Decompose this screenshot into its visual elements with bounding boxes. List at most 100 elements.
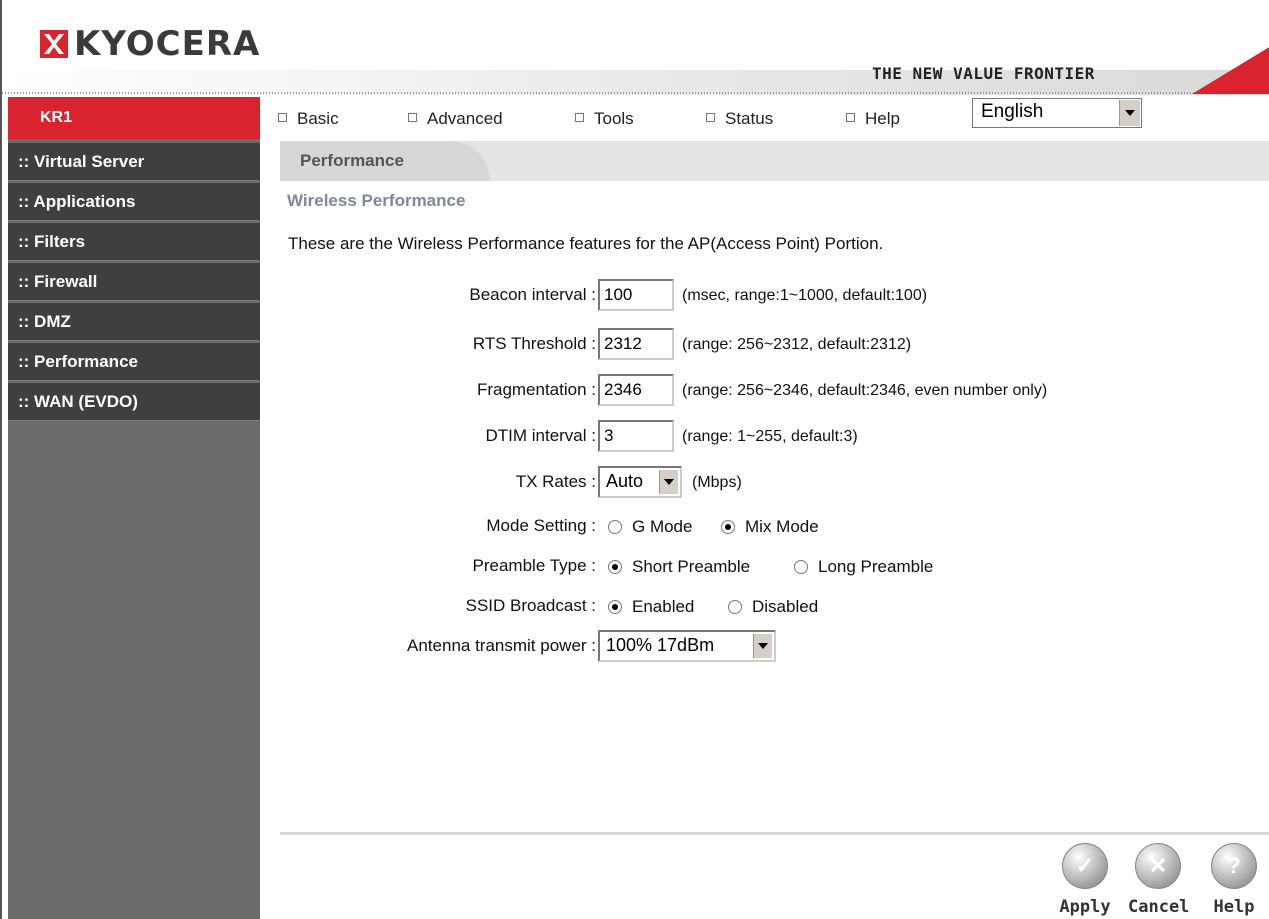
nav-bullet-icon xyxy=(846,113,855,123)
sidebar-menu: :: Virtual Server :: Applications :: Fil… xyxy=(8,143,260,423)
preamble-long-label: Long Preamble xyxy=(818,557,934,576)
tagline: THE NEW VALUE FRONTIER xyxy=(872,64,1095,83)
nav-basic[interactable]: Basic xyxy=(278,109,339,129)
rts-threshold-hint: (range: 256~2312, default:2312) xyxy=(682,336,912,353)
language-select[interactable]: English xyxy=(972,98,1142,128)
ssid-enabled-radio[interactable] xyxy=(608,600,622,614)
mode-mix-option[interactable]: Mix Mode xyxy=(721,517,819,537)
language-value: English xyxy=(981,101,1044,122)
question-icon: ? xyxy=(1211,843,1257,889)
preamble-short-label: Short Preamble xyxy=(632,557,751,576)
kyocera-logo: KYOCERA xyxy=(40,24,260,64)
tab-performance-label: Performance xyxy=(300,151,404,170)
beacon-interval-label: Beacon interval : xyxy=(469,285,596,304)
tx-rates-label: TX Rates : xyxy=(515,472,596,491)
rts-threshold-label: RTS Threshold : xyxy=(472,334,596,353)
cancel-label: Cancel xyxy=(1128,897,1190,917)
chevron-down-icon[interactable] xyxy=(659,470,678,494)
beacon-interval-input[interactable] xyxy=(598,279,674,311)
ssid-broadcast-label: SSID Broadcast : xyxy=(465,596,596,615)
apply-label: Apply xyxy=(1059,897,1111,917)
mode-setting-label: Mode Setting : xyxy=(486,516,596,535)
row-antenna-power: Antenna transmit power : 100% 17dBm xyxy=(280,630,1269,666)
intro-text: These are the Wireless Performance featu… xyxy=(288,234,884,253)
nav-bullet-icon xyxy=(706,113,715,123)
mode-g-radio[interactable] xyxy=(608,520,622,534)
sidebar-item-virtual-server[interactable]: :: Virtual Server xyxy=(8,143,260,181)
mode-mix-radio[interactable] xyxy=(721,520,735,534)
dtim-interval-hint: (range: 1~255, default:3) xyxy=(682,428,858,445)
fragmentation-hint: (range: 256~2346, default:2346, even num… xyxy=(682,382,1048,399)
nav-advanced-label: Advanced xyxy=(427,109,503,128)
row-ssid-broadcast: SSID Broadcast : Enabled Disabled xyxy=(280,590,1269,626)
nav-basic-label: Basic xyxy=(297,109,339,128)
sidebar-item-performance[interactable]: :: Performance xyxy=(8,343,260,381)
help-label: Help xyxy=(1213,897,1255,917)
rts-threshold-input[interactable] xyxy=(598,328,674,360)
content-divider xyxy=(280,832,1269,835)
tab-bar: Performance xyxy=(280,141,1269,181)
antenna-power-select[interactable]: 100% 17dBm xyxy=(598,630,776,662)
preamble-long-radio[interactable] xyxy=(794,560,808,574)
header: KYOCERA THE NEW VALUE FRONTIER xyxy=(2,0,1269,95)
sidebar-item-wan-evdo[interactable]: :: WAN (EVDO) xyxy=(8,383,260,421)
mode-g-option[interactable]: G Mode xyxy=(608,517,692,537)
tab-performance[interactable]: Performance xyxy=(280,141,490,181)
fragmentation-input[interactable] xyxy=(598,374,674,406)
top-navigation: Basic Advanced Tools Status Help English xyxy=(262,97,1269,139)
tx-rates-select[interactable]: Auto xyxy=(598,466,682,498)
mode-g-label: G Mode xyxy=(632,517,693,536)
model-name: KR1 xyxy=(8,97,260,139)
sidebar-item-filters[interactable]: :: Filters xyxy=(8,223,260,261)
sidebar-item-firewall[interactable]: :: Firewall xyxy=(8,263,260,301)
preamble-short-option[interactable]: Short Preamble xyxy=(608,557,750,577)
beacon-interval-hint: (msec, range:1~1000, default:100) xyxy=(682,287,928,304)
logo-text: KYOCERA xyxy=(74,24,261,64)
chevron-down-icon[interactable] xyxy=(753,634,772,658)
nav-tools[interactable]: Tools xyxy=(575,109,634,129)
row-dtim-interval: DTIM interval : (range: 1~255, default:3… xyxy=(280,420,1269,456)
ssid-disabled-label: Disabled xyxy=(752,597,819,616)
preamble-short-radio[interactable] xyxy=(608,560,622,574)
row-fragmentation: Fragmentation : (range: 256~2346, defaul… xyxy=(280,374,1269,410)
ssid-disabled-option[interactable]: Disabled xyxy=(728,597,818,617)
cancel-button[interactable]: ✕ Cancel xyxy=(1128,843,1190,919)
row-preamble-type: Preamble Type : Short Preamble Long Prea… xyxy=(280,550,1269,586)
chevron-down-icon[interactable] xyxy=(1119,100,1140,126)
sidebar-item-dmz[interactable]: :: DMZ xyxy=(8,303,260,341)
row-mode-setting: Mode Setting : G Mode Mix Mode xyxy=(280,510,1269,546)
section-title: Wireless Performance xyxy=(287,191,466,210)
nav-advanced[interactable]: Advanced xyxy=(408,109,503,129)
preamble-long-option[interactable]: Long Preamble xyxy=(794,557,933,577)
nav-help-label: Help xyxy=(865,109,900,128)
row-rts-threshold: RTS Threshold : (range: 256~2312, defaul… xyxy=(280,328,1269,364)
dtim-interval-label: DTIM interval : xyxy=(485,426,596,445)
row-beacon-interval: Beacon interval : (msec, range:1~1000, d… xyxy=(280,279,1269,315)
close-icon: ✕ xyxy=(1135,843,1181,889)
sidebar-item-applications[interactable]: :: Applications xyxy=(8,183,260,221)
preamble-type-label: Preamble Type : xyxy=(472,556,596,575)
row-tx-rates: TX Rates : Auto (Mbps) xyxy=(280,466,1269,502)
red-wedge-graphic xyxy=(1192,47,1269,94)
fragmentation-label: Fragmentation : xyxy=(476,380,596,399)
mode-mix-label: Mix Mode xyxy=(745,517,819,536)
ssid-disabled-radio[interactable] xyxy=(728,600,742,614)
window-edge xyxy=(0,0,2,919)
nav-status[interactable]: Status xyxy=(706,109,773,129)
nav-status-label: Status xyxy=(725,109,774,128)
kyocera-logo-icon xyxy=(40,30,68,58)
nav-bullet-icon xyxy=(575,113,584,123)
dtim-interval-input[interactable] xyxy=(598,420,674,452)
ssid-enabled-label: Enabled xyxy=(632,597,695,616)
nav-bullet-icon xyxy=(278,113,287,123)
antenna-power-label: Antenna transmit power : xyxy=(407,636,596,655)
ssid-enabled-option[interactable]: Enabled xyxy=(608,597,694,617)
help-button[interactable]: ? Help xyxy=(1204,843,1264,919)
nav-tools-label: Tools xyxy=(594,109,634,128)
nav-help[interactable]: Help xyxy=(846,109,900,129)
tx-rates-unit: (Mbps) xyxy=(692,474,742,491)
checkmark-icon: ✓ xyxy=(1062,843,1108,889)
header-divider xyxy=(2,92,1269,94)
apply-button[interactable]: ✓ Apply xyxy=(1055,843,1115,919)
nav-bullet-icon xyxy=(408,113,417,123)
